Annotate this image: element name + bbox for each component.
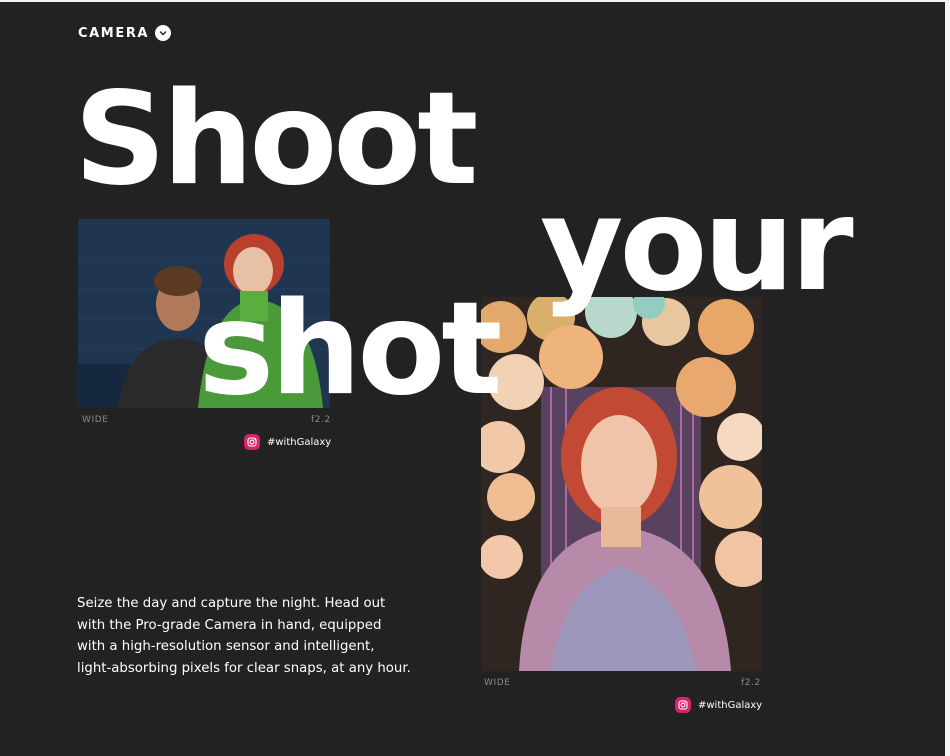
photo-1-lens: WIDE [82, 415, 109, 425]
photo-2-lens: WIDE [484, 678, 511, 688]
photo-1-hashtag: #withGalaxy [267, 436, 332, 448]
photo-2-tag[interactable]: #withGalaxy [675, 697, 762, 713]
headline-line-1: Shoot [74, 65, 478, 214]
photo-2-aperture: f2.2 [741, 678, 761, 688]
instagram-icon [675, 697, 691, 713]
photo-1-tag[interactable]: #withGalaxy [244, 434, 331, 450]
body-copy: Seize the day and capture the night. Hea… [77, 596, 411, 676]
instagram-icon [244, 434, 260, 450]
section-label-text: CAMERA [78, 25, 150, 41]
camera-section: CAMERA Shoot your shot WIDE f2.2 #withGa… [0, 2, 945, 756]
photo-2-hashtag: #withGalaxy [698, 699, 763, 711]
chevron-down-icon[interactable] [155, 25, 172, 41]
headline-line-2: your [540, 171, 854, 320]
headline-line-3: shot [198, 275, 502, 424]
section-label[interactable]: CAMERA [78, 25, 172, 41]
sample-photo-2 [481, 297, 762, 671]
